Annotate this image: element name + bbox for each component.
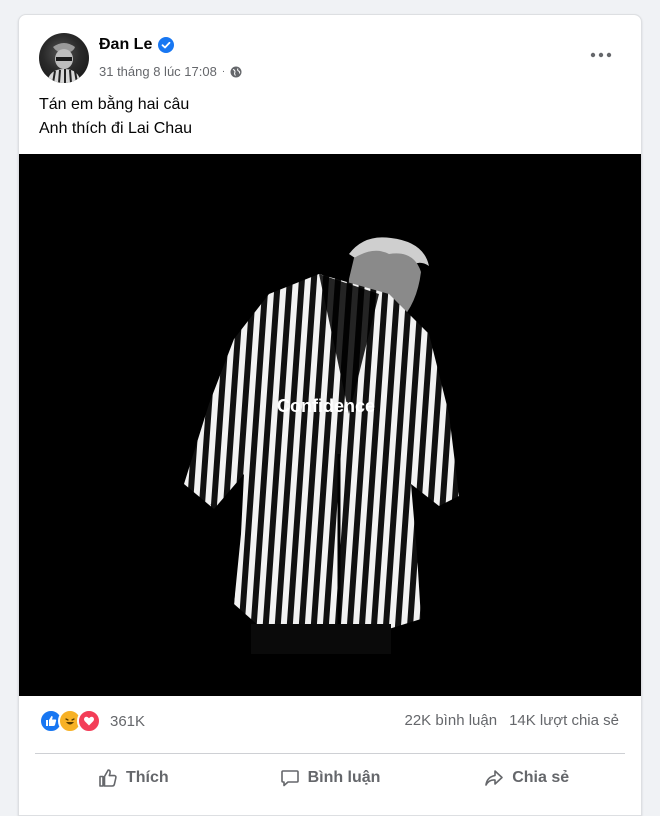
comment-label: Bình luận — [307, 769, 381, 786]
author-name[interactable]: Đan Le — [99, 36, 152, 54]
divider — [35, 753, 625, 754]
post-header: Đan Le 31 tháng 8 lúc 17:08 · — [19, 15, 641, 89]
like-label: Thích — [126, 769, 169, 786]
post-caption: Tán em bằng hai câu Anh thích đi Lai Cha… — [39, 93, 192, 141]
comment-button[interactable]: Bình luận — [232, 757, 429, 799]
more-dots-icon — [590, 52, 612, 58]
caption-line: Anh thích đi Lai Chau — [39, 120, 192, 137]
caption-line: Tán em bằng hai câu — [39, 96, 190, 113]
comment-count-link[interactable]: 22K bình luận — [404, 712, 497, 729]
comment-bubble-icon — [280, 770, 299, 787]
post-actions: Thích Bình luận Chia sẻ — [35, 757, 625, 799]
reactions-summary[interactable]: 361K — [39, 709, 145, 733]
post-photo[interactable]: Confidence — [19, 154, 641, 696]
post-card: Đan Le 31 tháng 8 lúc 17:08 · Tán em bằn… — [18, 14, 642, 816]
share-arrow-icon — [485, 770, 504, 786]
more-options-button[interactable] — [583, 37, 619, 73]
like-button[interactable]: Thích — [35, 757, 232, 799]
globe-icon — [230, 66, 242, 77]
love-icon — [77, 709, 101, 733]
verified-badge-icon — [158, 37, 175, 53]
share-button[interactable]: Chia sẻ — [428, 757, 625, 799]
post-timestamp[interactable]: 31 tháng 8 lúc 17:08 — [99, 64, 217, 79]
reaction-count: 361K — [110, 712, 146, 730]
shirt-print-text: Confidence — [277, 396, 375, 416]
thumbs-up-icon — [99, 769, 117, 787]
share-label: Chia sẻ — [512, 769, 570, 786]
share-count-link[interactable]: 14K lượt chia sẻ — [509, 712, 619, 729]
engagement-stats: 361K 22K bình luận 14K lượt chia sẻ — [19, 705, 641, 739]
avatar[interactable] — [39, 33, 89, 83]
separator-dot: · — [221, 66, 226, 77]
